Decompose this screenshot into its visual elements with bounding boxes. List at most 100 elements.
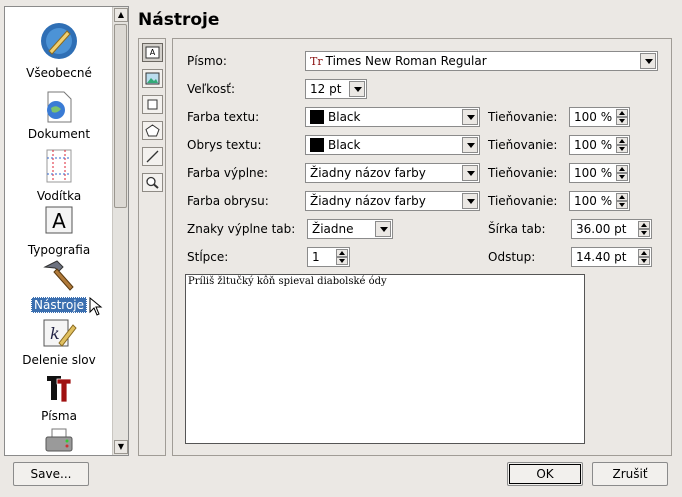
sidebar-item-label: Všeobecné — [26, 66, 92, 80]
spin-down-icon[interactable] — [616, 173, 628, 181]
spin-down-icon[interactable] — [638, 257, 650, 265]
stroke-shade-spinbox[interactable]: 100 % — [569, 135, 630, 155]
spin-down-icon[interactable] — [336, 257, 348, 265]
zoom-tool-button[interactable] — [142, 173, 163, 192]
printer-icon — [45, 428, 73, 452]
gap-spinbox[interactable]: 14.40 pt — [571, 247, 652, 267]
spin-up-icon[interactable] — [336, 249, 348, 257]
fill-color-label: Farba výplne: — [187, 166, 269, 180]
chevron-down-icon[interactable] — [462, 193, 478, 209]
text-color-select[interactable]: Black — [305, 107, 480, 127]
spin-up-icon[interactable] — [616, 193, 628, 201]
tool-selector: A — [138, 38, 166, 456]
ok-button[interactable]: OK — [507, 462, 583, 486]
sidebar-item-hyphenation[interactable]: k Delenie slov — [5, 313, 113, 371]
sidebar-item-general[interactable]: Všeobecné — [5, 7, 113, 87]
line-color-value: Žiadny názov farby — [310, 194, 426, 208]
text-stroke-select[interactable]: Black — [305, 135, 480, 155]
image-frame-tool-icon — [145, 72, 160, 85]
spin-down-icon[interactable] — [638, 229, 650, 237]
spin-up-icon[interactable] — [638, 221, 650, 229]
spin-up-icon[interactable] — [616, 109, 628, 117]
guides-icon — [46, 149, 72, 183]
fill-color-value: Žiadny názov farby — [310, 166, 426, 180]
text-color-value: Black — [328, 110, 361, 124]
fill-shade-spinbox[interactable]: 100 % — [569, 163, 630, 183]
spin-down-icon[interactable] — [616, 201, 628, 209]
hammer-icon — [43, 260, 74, 291]
fonts-icon — [47, 376, 72, 403]
shade-value: 100 % — [574, 110, 613, 124]
save-button[interactable]: Save... — [13, 462, 89, 486]
spin-arrows — [638, 221, 650, 237]
scroll-down-arrow-icon[interactable]: ▼ — [114, 440, 128, 454]
font-select[interactable]: Tr Times New Roman Regular — [305, 51, 658, 71]
sidebar-item-guides[interactable]: Vodítka — [5, 145, 113, 203]
fill-color-select[interactable]: Žiadny názov farby — [305, 163, 480, 183]
shade-value: 100 % — [574, 138, 613, 152]
sidebar-list: Všeobecné Dokument Vodítka A Typografia … — [5, 7, 113, 455]
sidebar-item-fonts[interactable]: Písma — [5, 369, 113, 427]
preview-text: Príliš žltučký kôň spieval diabolské ódy — [188, 276, 387, 287]
general-prefs-icon — [41, 23, 77, 59]
spin-down-icon[interactable] — [616, 145, 628, 153]
chevron-down-icon[interactable] — [462, 109, 478, 125]
sidebar-item-document[interactable]: Dokument — [5, 87, 113, 145]
spin-arrows — [616, 165, 628, 181]
shade-value: 100 % — [574, 166, 613, 180]
line-tool-icon — [146, 150, 159, 163]
columns-spinbox[interactable]: 1 — [307, 247, 350, 267]
document-icon — [47, 91, 72, 123]
font-label: Písmo: — [187, 54, 227, 68]
hyphenation-icon: k — [43, 319, 77, 347]
columns-value: 1 — [312, 250, 320, 264]
image-frame-tool-button[interactable] — [142, 69, 163, 88]
spin-arrows — [336, 249, 348, 265]
spin-down-icon[interactable] — [616, 117, 628, 125]
line-color-select[interactable]: Žiadny názov farby — [305, 191, 480, 211]
chevron-down-icon[interactable] — [640, 53, 656, 69]
chevron-down-icon[interactable] — [462, 137, 478, 153]
tab-fill-label: Znaky výplne tab: — [187, 222, 296, 236]
polygon-tool-button[interactable] — [142, 121, 163, 140]
scroll-up-arrow-icon[interactable]: ▲ — [114, 8, 128, 22]
rectangle-tool-button[interactable] — [142, 95, 163, 114]
text-frame-tool-icon: A — [145, 46, 160, 59]
sidebar-item-label: Typografia — [27, 243, 91, 257]
tab-width-value: 36.00 pt — [576, 222, 627, 236]
typography-icon: A — [45, 206, 73, 234]
size-select[interactable]: 12 pt — [305, 79, 367, 99]
spin-up-icon[interactable] — [616, 137, 628, 145]
sidebar-item-label: Dokument — [27, 127, 91, 141]
color-swatch — [310, 110, 324, 124]
tab-width-spinbox[interactable]: 36.00 pt — [571, 219, 652, 239]
sidebar-item-typography[interactable]: A Typografia — [5, 203, 113, 261]
sidebar-scrollbar[interactable]: ▲ ▼ — [112, 7, 128, 455]
spin-up-icon[interactable] — [616, 165, 628, 173]
zoom-tool-icon — [146, 176, 159, 189]
tab-width-label: Šírka tab: — [488, 222, 546, 236]
chevron-down-icon[interactable] — [349, 81, 365, 97]
line-tool-button[interactable] — [142, 147, 163, 166]
text-stroke-label: Obrys textu: — [187, 138, 262, 152]
spin-up-icon[interactable] — [638, 249, 650, 257]
tool-settings-panel: Písmo: Tr Times New Roman Regular Veľkosť… — [172, 38, 672, 456]
text-shade-spinbox[interactable]: 100 % — [569, 107, 630, 127]
cancel-button[interactable]: Zrušiť — [592, 462, 668, 486]
rectangle-tool-icon — [147, 99, 158, 110]
text-stroke-value: Black — [328, 138, 361, 152]
shade-value: 100 % — [574, 194, 613, 208]
preferences-sidebar[interactable]: Všeobecné Dokument Vodítka A Typografia … — [4, 6, 129, 456]
chevron-down-icon[interactable] — [462, 165, 478, 181]
gap-value: 14.40 pt — [576, 250, 627, 264]
text-frame-tool-button[interactable]: A — [142, 43, 163, 62]
spin-arrows — [616, 109, 628, 125]
chevron-down-icon[interactable] — [375, 221, 391, 237]
tab-fill-select[interactable]: Žiadne — [307, 219, 393, 239]
line-shade-spinbox[interactable]: 100 % — [569, 191, 630, 211]
sidebar-item-label: Vodítka — [36, 189, 82, 203]
sidebar-item-tools[interactable]: Nástroje — [5, 257, 113, 316]
sidebar-item-label: Písma — [41, 409, 77, 423]
scrollbar-thumb[interactable] — [114, 24, 127, 208]
sidebar-item-printer[interactable] — [5, 425, 113, 455]
